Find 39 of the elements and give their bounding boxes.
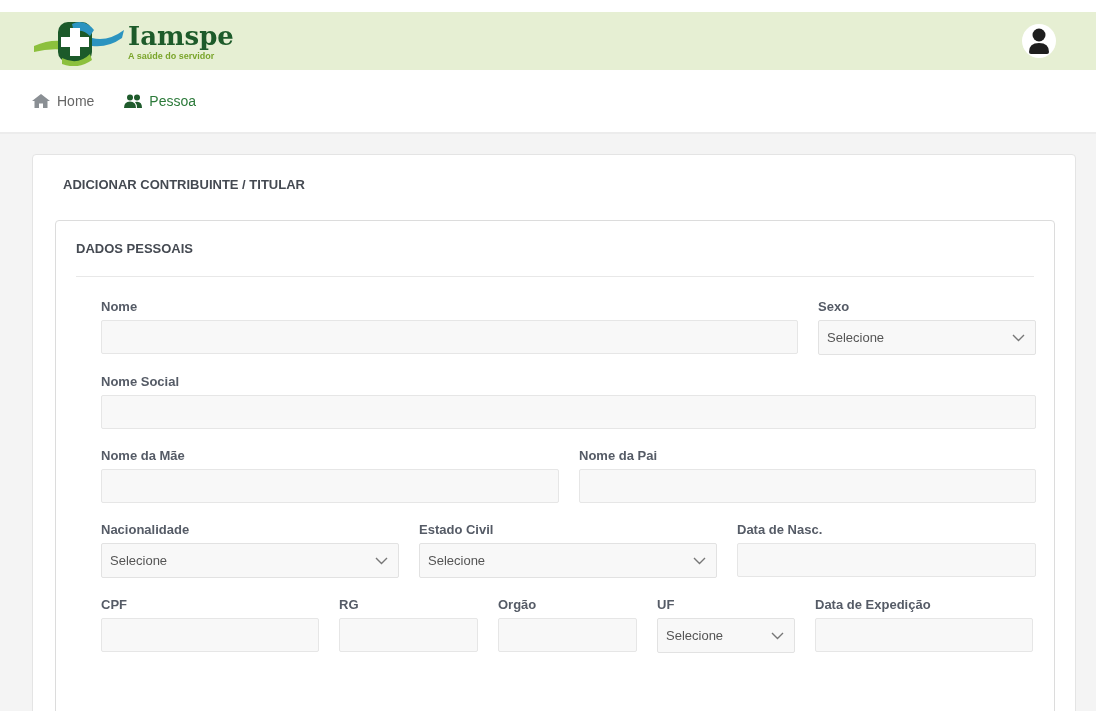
input-field[interactable]	[101, 618, 319, 652]
field-label: Orgão	[498, 597, 538, 612]
field-label: Nome	[101, 299, 139, 314]
field-label: UF	[657, 597, 676, 612]
input-field[interactable]	[815, 618, 1033, 652]
select-dropdown[interactable]: Selecione	[657, 618, 795, 653]
field-label: Estado Civil	[419, 522, 495, 537]
select-dropdown[interactable]: Selecione	[818, 320, 1036, 355]
field-label: Nacionalidade	[101, 522, 191, 537]
field-label: CPF	[101, 597, 128, 612]
card-title: ADICIONAR CONTRIBUINTE / TITULAR	[63, 177, 306, 192]
breadcrumb-link[interactable]: Home	[32, 93, 95, 109]
section-title: DADOS PESSOAIS	[76, 241, 195, 256]
chevron-down-icon	[375, 556, 388, 565]
input-field[interactable]	[579, 469, 1036, 503]
field-label: Data de Expedição	[815, 597, 932, 612]
select-dropdown[interactable]: Selecione	[101, 543, 399, 578]
input-field[interactable]	[101, 469, 559, 503]
select-dropdown[interactable]: Selecione	[419, 543, 717, 578]
field-label: Nome da Mãe	[101, 448, 186, 463]
chevron-down-icon	[1012, 333, 1025, 342]
user-avatar-icon[interactable]	[1022, 24, 1056, 58]
input-field[interactable]	[339, 618, 478, 652]
input-field[interactable]	[498, 618, 637, 652]
chevron-down-icon	[771, 631, 784, 640]
input-field[interactable]	[101, 320, 798, 354]
breadcrumb-link[interactable]: Pessoa	[124, 93, 197, 109]
input-field[interactable]	[737, 543, 1036, 577]
input-field[interactable]	[101, 395, 1036, 429]
field-label: Sexo	[818, 299, 851, 314]
field-label: Nome da Pai	[579, 448, 659, 463]
brand-name: Iamspe	[128, 20, 234, 51]
home-icon	[32, 94, 50, 108]
field-label: Nome Social	[101, 374, 181, 389]
people-icon	[124, 94, 143, 108]
chevron-down-icon	[693, 556, 706, 565]
brand-tagline: A saúde do servidor	[128, 50, 216, 62]
field-label: Data de Nasc.	[737, 522, 824, 537]
field-label: RG	[339, 597, 360, 612]
